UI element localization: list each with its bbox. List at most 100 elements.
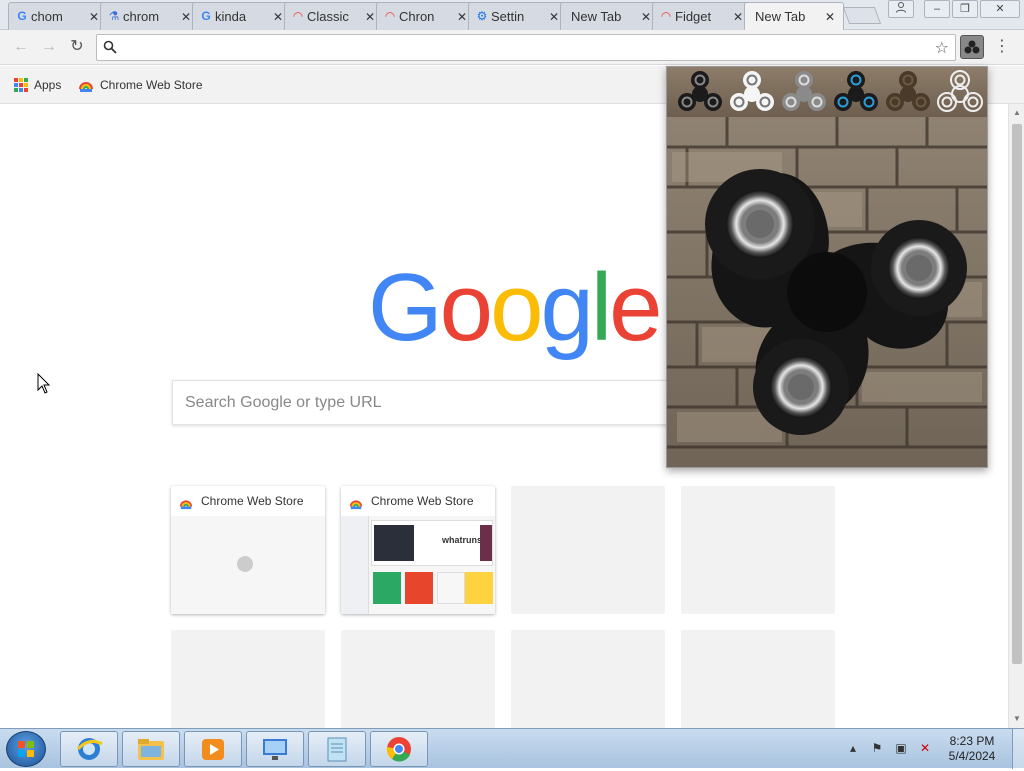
- tab-4[interactable]: ◠ Classic ✕: [284, 2, 384, 30]
- restore-button[interactable]: ❐: [952, 0, 978, 18]
- scroll-thumb[interactable]: [1012, 124, 1022, 664]
- tab-7[interactable]: New Tab ✕: [560, 2, 660, 30]
- spinner-style-blue-icon[interactable]: [833, 70, 879, 114]
- spinner-style-gray-icon[interactable]: [781, 70, 827, 114]
- taskbar-app-button[interactable]: [370, 731, 428, 767]
- scroll-down-arrow-icon[interactable]: ▼: [1012, 714, 1022, 724]
- show-desktop-button[interactable]: [1012, 729, 1024, 769]
- spinner-style-black-icon[interactable]: [677, 70, 723, 114]
- forward-arrow-icon[interactable]: →: [38, 36, 60, 58]
- thumb-card-red: [405, 572, 433, 604]
- apps-grid-icon: [14, 78, 28, 92]
- show-hidden-icons-icon[interactable]: ▴: [844, 741, 862, 757]
- thumb-banner-text: whatruns: [442, 535, 483, 545]
- tab-label: chrom: [123, 9, 160, 24]
- tab-label: New Tab: [571, 9, 622, 24]
- thumb-card-green: [373, 572, 401, 604]
- vertical-scrollbar[interactable]: ▲ ▼: [1008, 104, 1024, 728]
- spinner-style-white-icon[interactable]: [729, 70, 775, 114]
- flask-icon: ⚗: [108, 9, 120, 23]
- menu-icon[interactable]: ⋮: [994, 36, 1010, 58]
- chrome-icon: [386, 737, 411, 762]
- ntp-search-placeholder: Search Google or type URL: [185, 394, 382, 411]
- system-tray: ▴ ⚑ ▣ ✕ 8:23 PM 5/4/2024: [844, 729, 1024, 769]
- thumb-card-yellow: [465, 572, 493, 604]
- omnibox-input[interactable]: [125, 38, 925, 58]
- thumb-dark-block: [374, 525, 414, 561]
- tab-9[interactable]: New Tab ✕: [744, 2, 844, 30]
- network-icon[interactable]: ▣: [892, 741, 910, 757]
- spinner-style-outline-icon[interactable]: [937, 70, 983, 114]
- new-tab-button[interactable]: [842, 7, 882, 24]
- reload-icon[interactable]: ↻: [66, 36, 88, 58]
- back-arrow-icon[interactable]: ←: [10, 36, 32, 58]
- taskbar-app-button[interactable]: [308, 731, 366, 767]
- tab-close-icon[interactable]: ✕: [271, 10, 285, 24]
- volume-muted-icon[interactable]: ✕: [916, 741, 934, 757]
- tab-close-icon[interactable]: ✕: [823, 10, 837, 24]
- taskbar-app-button[interactable]: [60, 731, 118, 767]
- minimize-button[interactable]: –: [924, 0, 950, 18]
- taskbar: ▴ ⚑ ▣ ✕ 8:23 PM 5/4/2024: [0, 728, 1024, 769]
- empty-tile: [681, 630, 835, 728]
- profile-icon[interactable]: [888, 0, 914, 18]
- spinner-style-brown-icon[interactable]: [885, 70, 931, 114]
- logo-letter: l: [590, 254, 612, 361]
- rainbow-icon: ◠: [293, 9, 303, 23]
- close-window-button[interactable]: ✕: [980, 0, 1020, 18]
- mouse-cursor-icon: [37, 373, 51, 394]
- most-visited-tile[interactable]: Chrome Web Store whatruns: [341, 486, 495, 614]
- tab-close-icon[interactable]: ✕: [547, 10, 561, 24]
- media-player-icon: [202, 739, 224, 760]
- taskbar-app-button[interactable]: [184, 731, 242, 767]
- tab-3[interactable]: Gkinda ✕: [192, 2, 292, 30]
- taskbar-app-button[interactable]: [246, 731, 304, 767]
- thumb-accent-block: [480, 525, 492, 561]
- logo-letter: g: [540, 254, 593, 361]
- tab-close-icon[interactable]: ✕: [639, 10, 653, 24]
- tab-label: Chron: [399, 9, 435, 24]
- clock[interactable]: 8:23 PM 5/4/2024: [940, 734, 1004, 764]
- rainbow-icon: ◠: [661, 9, 671, 23]
- logo-letter: o: [439, 254, 493, 361]
- tile-title: Chrome Web Store: [371, 494, 474, 508]
- windows-logo-icon: [18, 741, 34, 757]
- tab-close-icon[interactable]: ✕: [179, 10, 193, 24]
- apps-label: Apps: [34, 78, 62, 92]
- tab-close-icon[interactable]: ✕: [731, 10, 745, 24]
- tab-label: Fidget: [675, 9, 712, 24]
- thumb-sidebar: [341, 516, 369, 614]
- tab-2[interactable]: ⚗ chrom ✕: [100, 2, 200, 30]
- tab-close-icon[interactable]: ✕: [87, 10, 101, 24]
- rainbow-icon: ◠: [385, 9, 395, 23]
- omnibox[interactable]: ☆: [96, 34, 956, 61]
- tab-5[interactable]: ◠ Chron ✕: [376, 2, 476, 30]
- rainbow-icon: [79, 82, 93, 92]
- explorer-icon: [138, 739, 164, 760]
- fidget-spinner-extension-icon[interactable]: [960, 35, 984, 59]
- bookmark-chrome-web-store[interactable]: Chrome Web Store: [78, 77, 203, 93]
- taskbar-app-button[interactable]: [122, 731, 180, 767]
- tile-thumbnail: whatruns: [341, 516, 495, 614]
- most-visited-tile[interactable]: Chrome Web Store: [171, 486, 325, 614]
- action-center-flag-icon[interactable]: ⚑: [868, 741, 886, 757]
- tab-8[interactable]: ◠ Fidget ✕: [652, 2, 752, 30]
- scroll-up-arrow-icon[interactable]: ▲: [1012, 108, 1022, 118]
- fidget-spinner-image[interactable]: [667, 117, 988, 468]
- bookmark-label: Chrome Web Store: [100, 78, 203, 92]
- tab-1[interactable]: Gchom ✕: [8, 2, 108, 30]
- empty-tile: [341, 630, 495, 728]
- fidget-spinner-popup: [666, 66, 988, 468]
- logo-letter: e: [609, 254, 662, 361]
- notepad-icon: [327, 737, 347, 762]
- clock-time: 8:23 PM: [949, 734, 995, 748]
- tab-close-icon[interactable]: ✕: [455, 10, 469, 24]
- tab-close-icon[interactable]: ✕: [363, 10, 377, 24]
- logo-letter: G: [368, 254, 443, 361]
- apps-shortcut[interactable]: Apps: [14, 77, 61, 93]
- tab-6[interactable]: ⚙ Settin ✕: [468, 2, 568, 30]
- start-button[interactable]: [6, 731, 46, 767]
- bookmark-star-icon[interactable]: ☆: [935, 38, 949, 58]
- search-icon: [103, 40, 117, 54]
- window-controls: – ❐ ✕: [888, 0, 1020, 18]
